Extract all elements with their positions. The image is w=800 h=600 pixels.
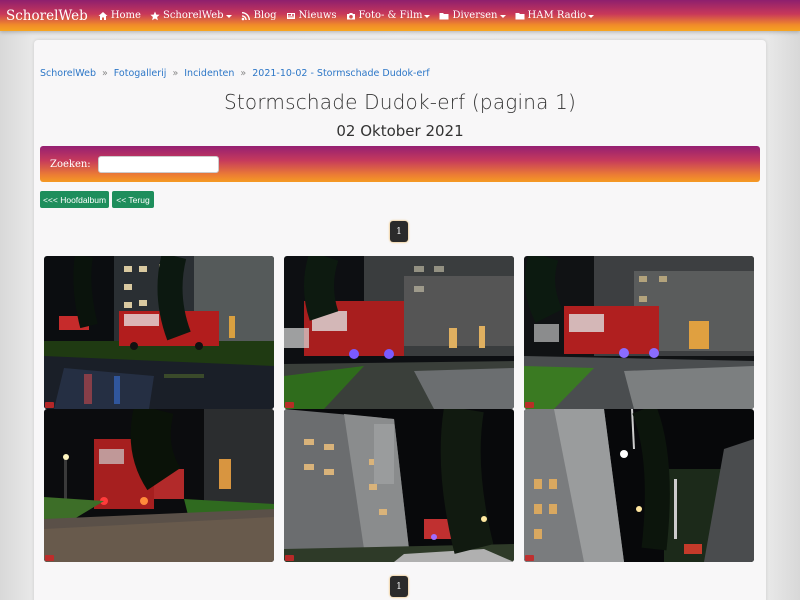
- brand-link[interactable]: SchorelWeb: [6, 8, 88, 24]
- pagination-top-page-1[interactable]: 1: [390, 221, 408, 242]
- breadcrumb: SchorelWeb » Fotogallerij » Incidenten »…: [40, 68, 430, 79]
- photo-6[interactable]: [524, 409, 754, 562]
- photo-4[interactable]: [44, 409, 274, 562]
- camera-icon: [346, 12, 355, 19]
- chevron-down-icon: [588, 14, 595, 18]
- breadcrumb-separator: »: [101, 68, 108, 79]
- folder-icon: [439, 12, 449, 19]
- search-bar: Zoeken:: [40, 146, 760, 182]
- folder-icon: [515, 12, 524, 19]
- photo-image: [44, 409, 274, 562]
- nav-diversen[interactable]: Diversen: [439, 10, 506, 21]
- photo-3[interactable]: [524, 256, 754, 409]
- page-subtitle: 02 Oktober 2021: [336, 122, 464, 140]
- back-button[interactable]: << Terug: [112, 191, 154, 208]
- main-album-button[interactable]: <<< Hoofdalbum: [40, 191, 109, 208]
- nav-ham-radio[interactable]: HAM Radio: [515, 10, 595, 21]
- photo-2[interactable]: [284, 256, 514, 409]
- nav-foto-film[interactable]: Foto- & Film: [346, 10, 431, 21]
- badge-icon: [525, 555, 534, 561]
- breadcrumb-album[interactable]: 2021-10-02 - Stormschade Dudok-erf: [252, 68, 429, 79]
- photo-image: [524, 409, 754, 562]
- nav-nieuws[interactable]: Nieuws: [286, 10, 337, 21]
- pagination-bottom-page-1[interactable]: 1: [390, 576, 408, 597]
- search-input[interactable]: [97, 155, 219, 173]
- page-title: Stormschade Dudok-erf (pagina 1): [223, 90, 577, 114]
- badge-icon: [45, 555, 54, 561]
- breadcrumb-separator: »: [240, 68, 247, 79]
- badge-icon: [285, 555, 294, 561]
- badge-icon: [285, 402, 294, 408]
- chevron-down-icon: [424, 14, 431, 18]
- photo-1[interactable]: [44, 256, 274, 409]
- breadcrumb-schorelweb[interactable]: SchorelWeb: [40, 68, 96, 79]
- breadcrumb-fotogallerij[interactable]: Fotogallerij: [114, 68, 167, 79]
- breadcrumb-incidenten[interactable]: Incidenten: [184, 68, 234, 79]
- photo-image: [44, 256, 274, 409]
- photo-5[interactable]: [284, 409, 514, 562]
- search-label: Zoeken:: [50, 158, 91, 170]
- photo-image: [284, 409, 514, 562]
- chevron-down-icon: [499, 14, 506, 18]
- newspaper-icon: [286, 12, 295, 19]
- photo-image: [524, 256, 754, 409]
- home-icon: [98, 11, 108, 20]
- nav-home[interactable]: Home: [98, 10, 141, 21]
- badge-icon: [525, 402, 534, 408]
- breadcrumb-separator: »: [172, 68, 179, 79]
- chevron-down-icon: [225, 14, 232, 18]
- photo-image: [284, 256, 514, 409]
- star-icon: [150, 11, 160, 20]
- badge-icon: [45, 402, 54, 408]
- rss-icon: [241, 11, 250, 20]
- content-card: SchorelWeb » Fotogallerij » Incidenten »…: [34, 40, 766, 600]
- nav-blog[interactable]: Blog: [241, 10, 277, 21]
- nav-schorelweb[interactable]: SchorelWeb: [150, 10, 232, 21]
- top-navbar: SchorelWeb Home SchorelWeb Blog Nieuws F…: [0, 0, 800, 31]
